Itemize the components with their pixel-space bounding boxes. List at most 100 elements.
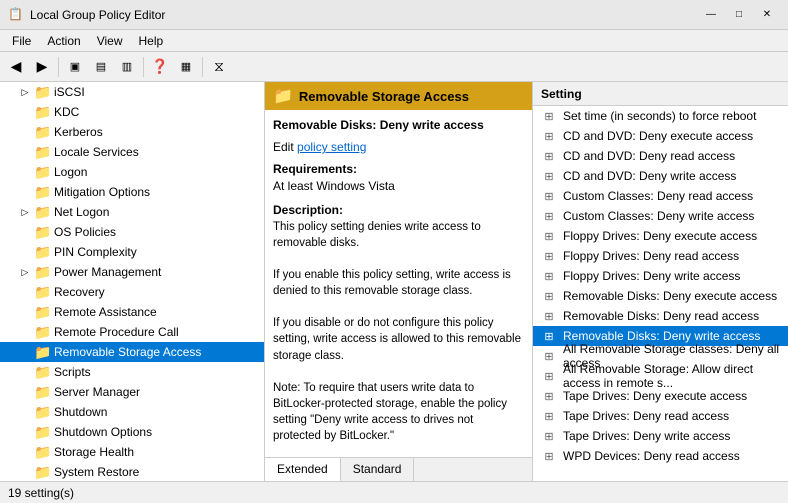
- tree-item-locale-services[interactable]: 📁 Locale Services: [0, 142, 264, 162]
- tree-item-system-restore[interactable]: 📁 System Restore: [0, 462, 264, 481]
- list-item[interactable]: ⊞ Tape Drives: Deny read access: [533, 406, 788, 426]
- expander-icon: [18, 405, 32, 419]
- tree-item-iscsi[interactable]: ▷ 📁 iSCSI: [0, 82, 264, 102]
- tree-item-os-policies[interactable]: 📁 OS Policies: [0, 222, 264, 242]
- tree-item-net-logon[interactable]: ▷ 📁 Net Logon: [0, 202, 264, 222]
- requirements-value: At least Windows Vista: [273, 178, 524, 195]
- list-item[interactable]: ⊞ WPD Devices: Deny read access: [533, 446, 788, 466]
- help-button[interactable]: ❓: [148, 55, 172, 79]
- expander-icon: [18, 145, 32, 159]
- policy-icon: ⊞: [541, 228, 557, 244]
- minimize-button[interactable]: —: [698, 5, 724, 25]
- tree-item-pin-complexity[interactable]: 📁 PIN Complexity: [0, 242, 264, 262]
- tab-standard[interactable]: Standard: [341, 458, 415, 481]
- expander-icon: [18, 125, 32, 139]
- tree-item-power-management[interactable]: ▷ 📁 Power Management: [0, 262, 264, 282]
- list-item[interactable]: ⊞ All Removable Storage: Allow direct ac…: [533, 366, 788, 386]
- maximize-button[interactable]: □: [726, 5, 752, 25]
- properties-button[interactable]: ▤: [89, 55, 113, 79]
- middle-pane: 📁 Removable Storage Access Removable Dis…: [265, 82, 533, 481]
- toolbar-sep-2: [143, 57, 144, 77]
- tree-item-shutdown[interactable]: 📁 Shutdown: [0, 402, 264, 422]
- menu-view[interactable]: View: [89, 32, 131, 50]
- tree-item-scripts[interactable]: 📁 Scripts: [0, 362, 264, 382]
- list-item[interactable]: ⊞ Floppy Drives: Deny execute access: [533, 226, 788, 246]
- list-item[interactable]: ⊞ Custom Classes: Deny read access: [533, 186, 788, 206]
- tree-item-label: OS Policies: [54, 225, 116, 239]
- item-label: CD and DVD: Deny write access: [563, 169, 736, 183]
- item-label: Custom Classes: Deny read access: [563, 189, 753, 203]
- menu-file[interactable]: File: [4, 32, 39, 50]
- filter-button[interactable]: ⧖: [207, 55, 231, 79]
- toolbar-sep-1: [58, 57, 59, 77]
- tab-extended[interactable]: Extended: [265, 458, 341, 481]
- tree-item-label: Net Logon: [54, 205, 109, 219]
- folder-icon: 📁: [34, 324, 50, 340]
- tree-item-mitigation-options[interactable]: 📁 Mitigation Options: [0, 182, 264, 202]
- tree-item-kerberos[interactable]: 📁 Kerberos: [0, 122, 264, 142]
- tree-item-remote-procedure-call[interactable]: 📁 Remote Procedure Call: [0, 322, 264, 342]
- list-item[interactable]: ⊞ Removable Disks: Deny execute access: [533, 286, 788, 306]
- menu-help[interactable]: Help: [131, 32, 172, 50]
- menu-action[interactable]: Action: [39, 32, 88, 50]
- expander-icon: [18, 445, 32, 459]
- policy-icon: ⊞: [541, 168, 557, 184]
- expander-icon: [18, 225, 32, 239]
- tree-item-label: Mitigation Options: [54, 185, 150, 199]
- policy-icon: ⊞: [541, 368, 557, 384]
- title-bar-left: 📋 Local Group Policy Editor: [8, 7, 165, 23]
- tree-item-removable-storage-access[interactable]: 📁 Removable Storage Access: [0, 342, 264, 362]
- folder-icon: 📁: [34, 284, 50, 300]
- tree-item-label: PIN Complexity: [54, 245, 137, 259]
- tree-item-remote-assistance[interactable]: 📁 Remote Assistance: [0, 302, 264, 322]
- tree-item-storage-health[interactable]: 📁 Storage Health: [0, 442, 264, 462]
- list-item[interactable]: ⊞ Floppy Drives: Deny write access: [533, 266, 788, 286]
- description-label: Description:: [273, 203, 524, 217]
- policy-icon: ⊞: [541, 448, 557, 464]
- expander-icon: ▷: [18, 85, 32, 99]
- tree-item-label: Shutdown Options: [54, 425, 152, 439]
- window-title: Local Group Policy Editor: [30, 8, 165, 22]
- item-label: Tape Drives: Deny read access: [563, 409, 729, 423]
- new-button[interactable]: ▥: [115, 55, 139, 79]
- tree-item-server-manager[interactable]: 📁 Server Manager: [0, 382, 264, 402]
- list-item[interactable]: ⊞ Tape Drives: Deny write access: [533, 426, 788, 446]
- tree-item-label: Recovery: [54, 285, 105, 299]
- expander-icon: [18, 325, 32, 339]
- close-button[interactable]: ✕: [754, 5, 780, 25]
- policy-icon: ⊞: [541, 328, 557, 344]
- tree-item-kdc[interactable]: 📁 KDC: [0, 102, 264, 122]
- forward-button[interactable]: ▶: [30, 55, 54, 79]
- tree-item-label: Remote Assistance: [54, 305, 157, 319]
- policy-link[interactable]: policy setting: [297, 140, 366, 154]
- folder-icon: 📁: [34, 444, 50, 460]
- item-label: Tape Drives: Deny execute access: [563, 389, 747, 403]
- item-label: Floppy Drives: Deny read access: [563, 249, 739, 263]
- expander-icon: [18, 245, 32, 259]
- list-item[interactable]: ⊞ CD and DVD: Deny write access: [533, 166, 788, 186]
- tree-item-shutdown-options[interactable]: 📁 Shutdown Options: [0, 422, 264, 442]
- folder-icon: 📁: [34, 464, 50, 480]
- expander-icon: [18, 165, 32, 179]
- expander-icon: [18, 465, 32, 479]
- list-item[interactable]: ⊞ Custom Classes: Deny write access: [533, 206, 788, 226]
- main-content: ▷ 📁 iSCSI 📁 KDC 📁 Kerberos 📁 Locale Serv…: [0, 82, 788, 481]
- list-item[interactable]: ⊞ CD and DVD: Deny execute access: [533, 126, 788, 146]
- policy-title: Removable Disks: Deny write access: [273, 118, 524, 132]
- folder-icon: 📁: [34, 244, 50, 260]
- tree-item-recovery[interactable]: 📁 Recovery: [0, 282, 264, 302]
- expander-icon: [18, 365, 32, 379]
- export-button[interactable]: ▦: [174, 55, 198, 79]
- list-item[interactable]: ⊞ Set time (in seconds) to force reboot: [533, 106, 788, 126]
- tree-item-label: Server Manager: [54, 385, 140, 399]
- back-button[interactable]: ◀: [4, 55, 28, 79]
- list-item[interactable]: ⊞ Removable Disks: Deny read access: [533, 306, 788, 326]
- tree-item-logon[interactable]: 📁 Logon: [0, 162, 264, 182]
- list-item[interactable]: ⊞ Floppy Drives: Deny read access: [533, 246, 788, 266]
- expander-icon: [18, 185, 32, 199]
- folder-icon: 📁: [34, 344, 50, 360]
- middle-header-icon: 📁: [273, 86, 293, 106]
- middle-content: Removable Disks: Deny write access Edit …: [265, 110, 532, 457]
- list-item[interactable]: ⊞ CD and DVD: Deny read access: [533, 146, 788, 166]
- show-hide-button[interactable]: ▣: [63, 55, 87, 79]
